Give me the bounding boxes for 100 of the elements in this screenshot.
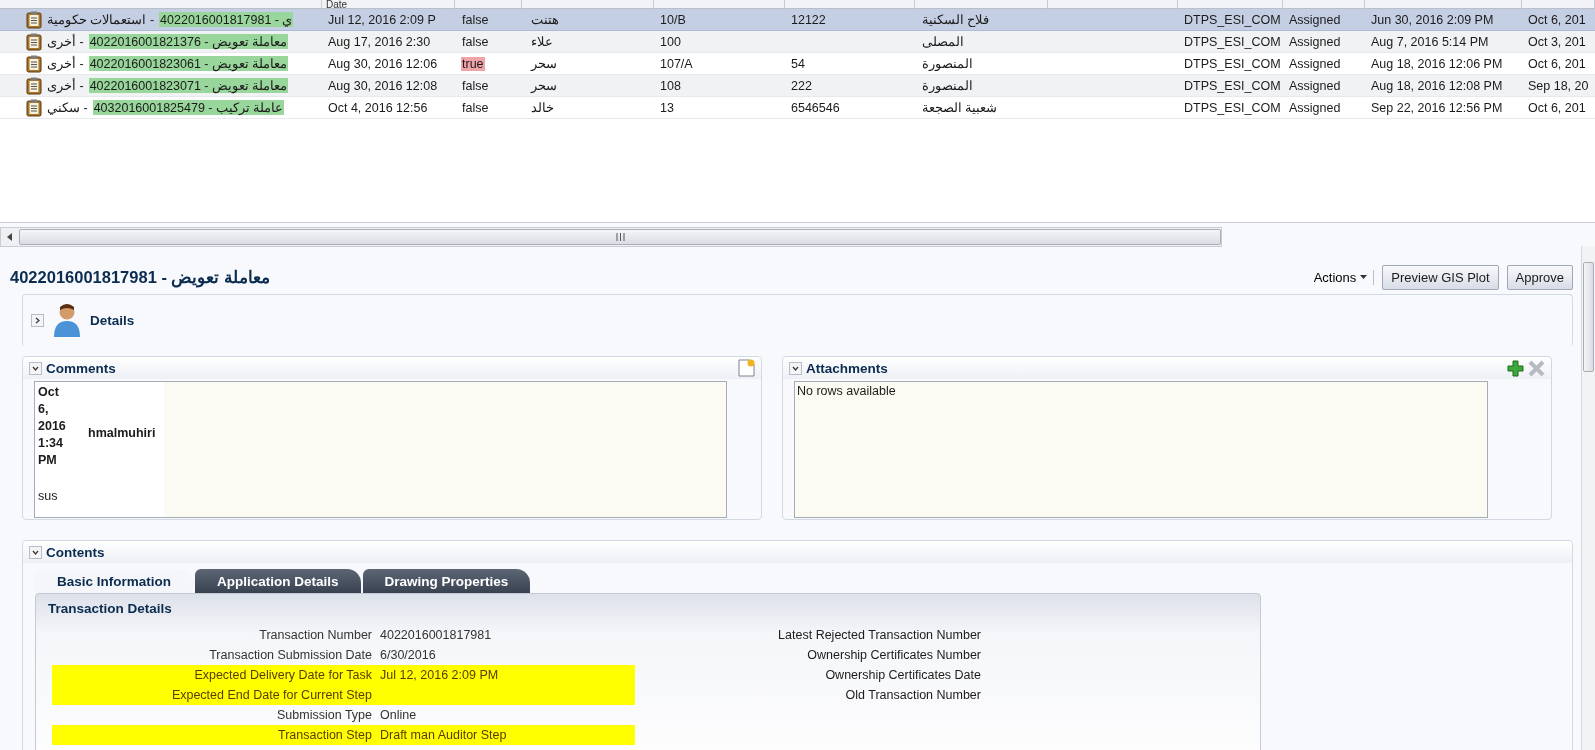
field-label: Transaction Submission Date [208, 647, 373, 664]
table-cell: المنصورة [921, 57, 974, 71]
table-cell: false [461, 12, 490, 27]
table-cell: DTPS_ESI_COM [1184, 12, 1281, 27]
table-cell: Oct 4, 2016 12:56 [328, 100, 428, 115]
category-text: - أخرى [46, 56, 85, 71]
field-label: Transaction Step [276, 727, 373, 744]
table-cell: 54 [791, 56, 805, 71]
left-arrow-icon[interactable] [7, 233, 13, 241]
table-cell: Sep 18, 20 [1528, 78, 1589, 93]
table-cell: Oct 6, 201 [1528, 100, 1586, 115]
panel-toggle[interactable] [29, 361, 42, 375]
table-cell: 13 [660, 100, 674, 115]
clipboard-icon [26, 32, 42, 51]
table-cell: false [461, 78, 490, 93]
table-cell: 12122 [791, 12, 826, 27]
table-cell: Aug 30, 2016 12:06 [328, 56, 438, 71]
tab[interactable]: Drawing Properties [362, 569, 531, 593]
field-value: 4022016001817981 [380, 628, 492, 642]
transaction-title: معاملة تعويض - 4022016001817981 [10, 267, 271, 287]
field-label: Ownership Certificates Number [806, 647, 982, 664]
table-cell: false [461, 100, 490, 115]
table-cell: شعبية الصجعة [921, 101, 999, 115]
table-cell: Oct 6, 201 [1528, 56, 1586, 71]
field-value: Online [380, 708, 417, 722]
clipboard-icon [26, 98, 42, 117]
table-cell: 10/B [660, 12, 686, 27]
toolbar-button[interactable]: Preview GIS Plot [1382, 264, 1499, 290]
column-header[interactable]: Date [326, 0, 348, 10]
table-cell: فلاح السكنية [921, 13, 991, 27]
table-cell: DTPS_ESI_COM [1184, 34, 1281, 49]
scrollbar-thumb[interactable] [19, 229, 1221, 245]
field-label: Ownership Certificates Date [824, 667, 982, 684]
field-label: Transaction Number [258, 627, 373, 644]
panel-title: Details [90, 313, 135, 328]
table-cell: true [461, 56, 485, 71]
panel-toggle[interactable] [31, 314, 44, 327]
comment-date: Oct 6, 2016 1:34 PM [38, 384, 67, 469]
table-cell: DTPS_ESI_COM [1184, 56, 1281, 71]
chevron-down-icon [32, 548, 39, 556]
table-cell: DTPS_ESI_COM [1184, 100, 1281, 115]
table-cell: Assigned [1289, 34, 1341, 49]
actions-menu[interactable]: Actions [1307, 269, 1375, 285]
table-cell: Oct 3, 201 [1528, 34, 1586, 49]
table-cell: Aug 18, 2016 12:06 PM [1371, 56, 1503, 71]
field-label: Old Transaction Number [844, 687, 982, 704]
add-icon[interactable] [1507, 359, 1524, 377]
table-cell: Assigned [1289, 56, 1341, 71]
field-label: Expected End Date for Current Step [170, 687, 373, 704]
table-cell: Sep 22, 2016 12:56 PM [1371, 100, 1503, 115]
table-cell: خالد [530, 101, 555, 115]
table-cell: 107/A [660, 56, 693, 71]
clipboard-icon [26, 10, 42, 29]
category-text: - استعمالات حكومية [46, 12, 156, 27]
table-cell: false [461, 34, 490, 49]
table-cell: Assigned [1289, 12, 1341, 27]
panel-toggle[interactable] [789, 361, 802, 375]
transaction-link[interactable]: عاملة تركيب - 4032016001825479 [92, 100, 285, 115]
table-cell: علاء [530, 35, 554, 49]
panel-title: Attachments [806, 360, 888, 376]
table-cell: 108 [660, 78, 681, 93]
transaction-link[interactable]: ي - 4022016001817981 [159, 12, 294, 27]
transaction-link[interactable]: معاملة تعويض - 4022016001823071 [88, 78, 289, 93]
transaction-link[interactable]: معاملة تعويض - 4022016001823061 [88, 56, 289, 71]
grip-icon [615, 233, 625, 241]
tab[interactable]: Application Details [195, 569, 361, 593]
clipboard-icon [26, 76, 42, 95]
field-label: Expected Delivery Date for Task [193, 667, 373, 684]
panel-title: Contents [46, 544, 105, 560]
table-cell: 100 [660, 34, 681, 49]
table-cell: Aug 30, 2016 12:08 [328, 78, 438, 93]
caret-icon [1360, 275, 1368, 279]
table-cell: Aug 17, 2016 2:30 [328, 34, 431, 49]
horizontal-scrollbar[interactable] [0, 227, 1222, 247]
table-cell: سحر [530, 57, 558, 71]
field-value: 6/30/2016 [380, 648, 436, 662]
empty-message: No rows available [796, 383, 897, 400]
comment-author: hmalmuhiri [88, 425, 157, 440]
field-label: Submission Type [276, 707, 373, 724]
table-cell: 222 [791, 78, 812, 93]
table-cell: Assigned [1289, 100, 1341, 115]
panel-toggle[interactable] [29, 545, 42, 559]
chevron-down-icon [792, 364, 799, 372]
toolbar-button[interactable]: Approve [1506, 264, 1573, 290]
table-cell: هتنت [530, 13, 560, 27]
category-text: - أخرى [46, 78, 85, 93]
table-cell: سحر [530, 79, 558, 93]
table-cell: Oct 6, 201 [1528, 12, 1586, 27]
field-value: Draft man Auditor Step [380, 728, 507, 742]
panel-title: Comments [46, 360, 116, 376]
category-text: - سكني [46, 100, 89, 115]
field-label: Latest Rejected Transaction Number [777, 627, 982, 644]
table-cell: Jun 30, 2016 2:09 PM [1371, 12, 1494, 27]
chevron-down-icon [32, 364, 39, 372]
transaction-link[interactable]: معاملة تعويض - 4022016001821376 [88, 34, 289, 49]
field-value: Jul 12, 2016 2:09 PM [380, 668, 499, 682]
vertical-scrollbar[interactable] [1581, 246, 1595, 750]
table-cell: المصلى [921, 35, 965, 49]
table-cell: Assigned [1289, 78, 1341, 93]
section-title: Transaction Details [47, 600, 173, 618]
